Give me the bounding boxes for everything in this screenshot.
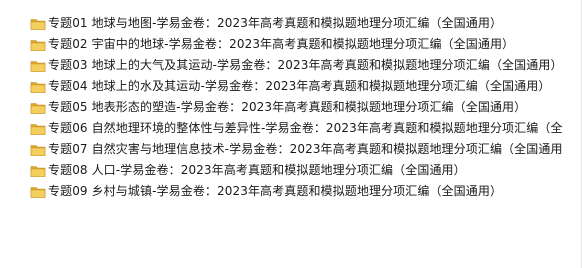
item-label: 专题05 地表形态的塑造-学易金卷：2023年高考真题和模拟题地理分项汇编（全国…: [48, 100, 527, 114]
item-label: 专题01 地球与地图-学易金卷：2023年高考真题和模拟题地理分项汇编（全国通用…: [48, 16, 503, 30]
folder-icon: [30, 37, 46, 53]
item-label: 专题09 乡村与城镇-学易金卷：2023年高考真题和模拟题地理分项汇编（全国通用…: [48, 184, 503, 198]
file-list: 专题01 地球与地图-学易金卷：2023年高考真题和模拟题地理分项汇编（全国通用…: [0, 0, 582, 268]
list-item[interactable]: 专题02 宇宙中的地球-学易金卷：2023年高考真题和模拟题地理分项汇编（全国通…: [30, 34, 582, 55]
folder-icon: [30, 100, 46, 116]
list-item[interactable]: 专题01 地球与地图-学易金卷：2023年高考真题和模拟题地理分项汇编（全国通用…: [30, 13, 582, 34]
list-item[interactable]: 专题09 乡村与城镇-学易金卷：2023年高考真题和模拟题地理分项汇编（全国通用…: [30, 181, 582, 202]
folder-icon: [30, 142, 46, 158]
list-item[interactable]: 专题05 地表形态的塑造-学易金卷：2023年高考真题和模拟题地理分项汇编（全国…: [30, 97, 582, 118]
item-label: 专题06 自然地理环境的整体性与差异性-学易金卷：2023年高考真题和模拟题地理…: [48, 121, 563, 135]
folder-icon: [30, 16, 46, 32]
folder-icon: [30, 121, 46, 137]
item-label: 专题07 自然灾害与地理信息技术-学易金卷：2023年高考真题和模拟题地理分项汇…: [48, 142, 563, 156]
folder-icon: [30, 163, 46, 179]
item-label: 专题02 宇宙中的地球-学易金卷：2023年高考真题和模拟题地理分项汇编（全国通…: [48, 37, 515, 51]
folder-icon: [30, 184, 46, 200]
list-item[interactable]: 专题06 自然地理环境的整体性与差异性-学易金卷：2023年高考真题和模拟题地理…: [30, 118, 582, 139]
item-label: 专题04 地球上的水及其运动-学易金卷：2023年高考真题和模拟题地理分项汇编（…: [48, 79, 551, 93]
list-item[interactable]: 专题07 自然灾害与地理信息技术-学易金卷：2023年高考真题和模拟题地理分项汇…: [30, 139, 582, 160]
list-item[interactable]: 专题08 人口-学易金卷：2023年高考真题和模拟题地理分项汇编（全国通用）: [30, 160, 582, 181]
folder-icon: [30, 58, 46, 74]
folder-list: 专题01 地球与地图-学易金卷：2023年高考真题和模拟题地理分项汇编（全国通用…: [30, 13, 582, 202]
list-item[interactable]: 专题03 地球上的大气及其运动-学易金卷：2023年高考真题和模拟题地理分项汇编…: [30, 55, 582, 76]
item-label: 专题03 地球上的大气及其运动-学易金卷：2023年高考真题和模拟题地理分项汇编…: [48, 58, 563, 72]
list-item[interactable]: 专题04 地球上的水及其运动-学易金卷：2023年高考真题和模拟题地理分项汇编（…: [30, 76, 582, 97]
item-label: 专题08 人口-学易金卷：2023年高考真题和模拟题地理分项汇编（全国通用）: [48, 163, 466, 177]
folder-icon: [30, 79, 46, 95]
